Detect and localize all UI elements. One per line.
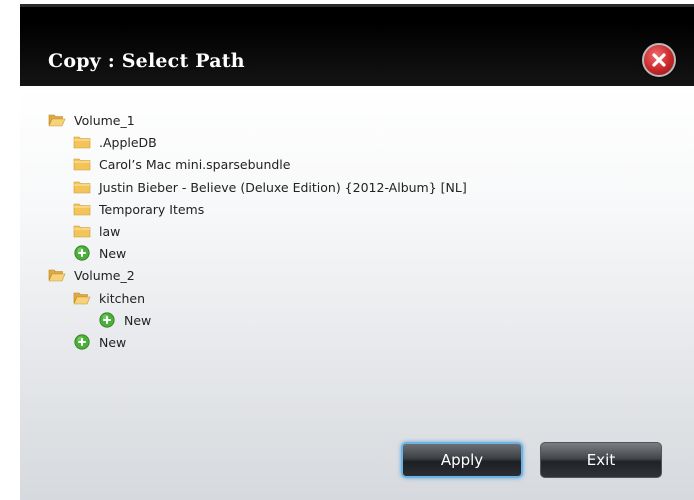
tree-item-temporary-items[interactable]: Temporary Items [73, 199, 204, 219]
tree-item-justin-bieber[interactable]: Justin Bieber - Believe (Deluxe Edition)… [73, 177, 467, 197]
tree-item-appledb[interactable]: .AppleDB [73, 132, 157, 152]
tree-item-label: New [124, 312, 152, 328]
tree-item-label: Justin Bieber - Believe (Deluxe Edition)… [99, 179, 467, 195]
tree-item-label: Volume_2 [74, 267, 135, 283]
tree-item-label: New [99, 334, 127, 350]
tree-item-label: Volume_1 [74, 112, 135, 128]
dialog-titlebar: Copy : Select Path [20, 4, 694, 86]
folder-icon [73, 181, 91, 194]
folder-open-icon [73, 292, 91, 305]
tree-item-law[interactable]: law [73, 221, 120, 241]
tree-item-new-kitchen[interactable]: New [99, 310, 151, 330]
close-icon [652, 53, 666, 67]
folder-open-icon [48, 114, 66, 127]
folder-open-icon [48, 269, 66, 282]
page-background [0, 0, 20, 500]
tree-item-new-volume-1[interactable]: New [74, 243, 126, 263]
tree-item-label: law [99, 223, 121, 239]
folder-icon [73, 225, 91, 238]
tree-item-volume-2[interactable]: Volume_2 [48, 265, 135, 285]
add-icon [99, 312, 115, 328]
add-icon [74, 245, 90, 261]
folder-tree: Volume_1 .AppleDB Carol’s Mac mini.spars… [20, 86, 694, 500]
folder-icon [73, 158, 91, 171]
tree-item-label: Carol’s Mac mini.sparsebundle [99, 156, 291, 172]
tree-item-sparsebundle[interactable]: Carol’s Mac mini.sparsebundle [73, 154, 290, 174]
tree-item-label: kitchen [99, 290, 146, 306]
tree-item-label: .AppleDB [99, 134, 157, 150]
tree-item-volume-1[interactable]: Volume_1 [48, 110, 135, 130]
tree-item-new-volume-2[interactable]: New [74, 332, 126, 352]
apply-button[interactable]: Apply [401, 442, 523, 478]
exit-button[interactable]: Exit [540, 442, 662, 478]
dialog-title: Copy : Select Path [48, 50, 245, 72]
close-button[interactable] [642, 43, 676, 77]
tree-item-kitchen[interactable]: kitchen [73, 288, 145, 308]
add-icon [74, 334, 90, 350]
folder-icon [73, 203, 91, 216]
copy-dialog: Copy : Select Path Volume_1 .AppleDB Car… [20, 4, 694, 500]
tree-item-label: New [99, 245, 127, 261]
folder-icon [73, 136, 91, 149]
tree-item-label: Temporary Items [99, 201, 205, 217]
